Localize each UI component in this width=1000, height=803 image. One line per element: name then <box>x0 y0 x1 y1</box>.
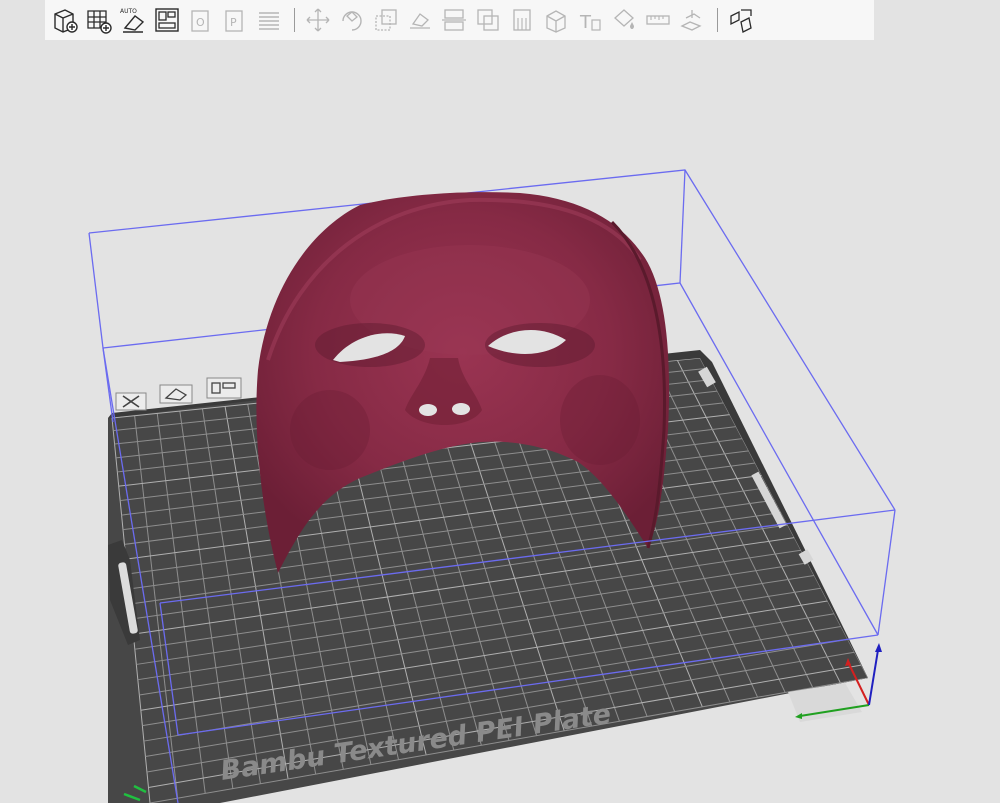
support-paint-button[interactable] <box>506 3 538 37</box>
auto-orient-plate-icon[interactable] <box>159 384 193 404</box>
split-objects-icon: O <box>191 10 209 32</box>
toolbar-separator <box>717 8 718 32</box>
explode-button[interactable] <box>725 3 757 37</box>
scale-icon <box>375 9 397 31</box>
arrange-plate-icon[interactable] <box>206 377 242 399</box>
move-button[interactable] <box>302 3 334 37</box>
split-parts-button[interactable]: P <box>219 3 251 37</box>
add-plate-icon <box>87 10 112 34</box>
scene[interactable]: Bambu Textured PEI Plate <box>0 40 1000 803</box>
rotate-button[interactable] <box>336 3 368 37</box>
add-plate-button[interactable] <box>83 3 115 37</box>
measure-icon <box>646 15 670 25</box>
lay-on-face-icon <box>410 13 430 29</box>
layers-button[interactable] <box>253 3 285 37</box>
layers-icon <box>259 12 279 30</box>
3d-viewport[interactable]: Bambu Textured PEI Plate <box>0 40 1000 803</box>
seam-paint-button[interactable] <box>540 3 572 37</box>
measure-button[interactable] <box>642 3 674 37</box>
color-paint-button[interactable] <box>608 3 640 37</box>
auto-orient-icon: AUTO <box>120 8 145 33</box>
add-object-button[interactable] <box>49 3 81 37</box>
toolbar-separator <box>294 8 295 32</box>
explode-icon <box>730 9 752 33</box>
split-parts-icon: P <box>225 10 243 32</box>
main-toolbar: AUTO O P T <box>45 0 874 40</box>
rotate-icon <box>342 11 362 31</box>
arrange-button[interactable] <box>151 3 183 37</box>
svg-text:AUTO: AUTO <box>120 8 137 15</box>
lay-on-face-button[interactable] <box>404 3 436 37</box>
text-shape-icon: T <box>579 12 601 33</box>
svg-text:P: P <box>230 16 237 29</box>
split-objects-button[interactable]: O <box>185 3 217 37</box>
mesh-boolean-icon <box>477 9 499 31</box>
cut-button[interactable] <box>438 3 470 37</box>
cut-icon <box>442 9 466 31</box>
svg-text:O: O <box>196 16 205 29</box>
support-paint-icon <box>513 9 531 31</box>
auto-orient-button[interactable]: AUTO <box>117 3 149 37</box>
mesh-boolean-button[interactable] <box>472 3 504 37</box>
color-paint-icon <box>614 9 634 29</box>
text-shape-button[interactable]: T <box>574 3 606 37</box>
scale-button[interactable] <box>370 3 402 37</box>
assembly-button[interactable] <box>676 3 708 37</box>
assembly-icon <box>680 10 702 31</box>
delete-plate-icon[interactable] <box>115 392 147 411</box>
move-icon <box>306 8 330 32</box>
arrange-icon <box>155 8 179 32</box>
svg-text:T: T <box>579 12 592 33</box>
add-object-icon <box>54 9 78 33</box>
seam-paint-icon <box>546 10 566 33</box>
